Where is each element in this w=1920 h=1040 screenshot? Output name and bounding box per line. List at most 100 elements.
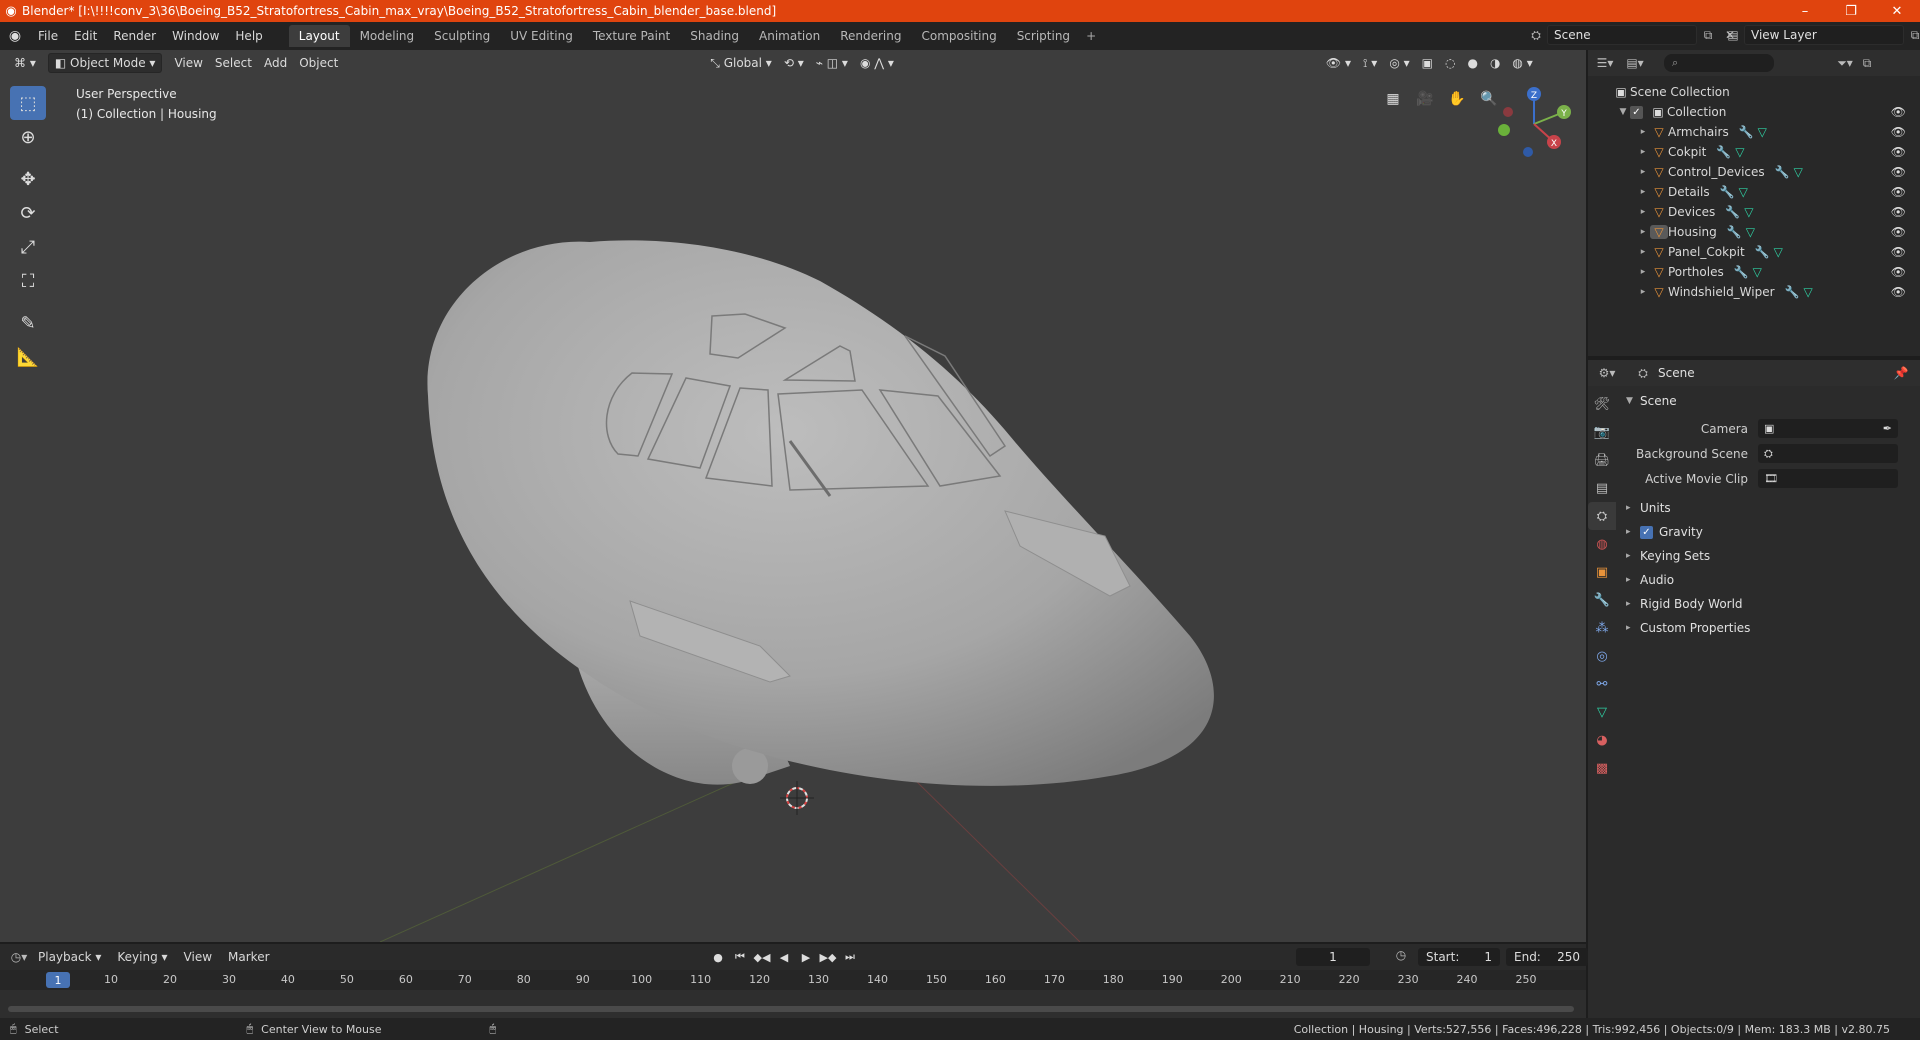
eyedropper-icon[interactable]: ✒: [1883, 422, 1892, 435]
eye-icon[interactable]: 👁: [1891, 145, 1906, 159]
gravity-checkbox[interactable]: ✓: [1640, 525, 1653, 539]
outliner-scene-collection[interactable]: ▣ Scene Collection: [1588, 82, 1920, 102]
menu-help[interactable]: Help: [227, 29, 270, 43]
outliner-item[interactable]: ▸ ▽ Cokpit 🔧 ▽ 👁: [1588, 142, 1920, 162]
gizmo-neg-z[interactable]: [1523, 147, 1533, 157]
restore-icon[interactable]: ❐: [1828, 0, 1874, 22]
outliner-item[interactable]: ▸ ▽ Armchairs 🔧 ▽ 👁: [1588, 122, 1920, 142]
constraints-tab-icon[interactable]: ⚯: [1588, 670, 1616, 698]
pin-icon[interactable]: 📌: [1890, 366, 1912, 380]
properties-editor-icon[interactable]: ⚙▾: [1596, 366, 1618, 380]
expand-arrow-icon[interactable]: ▸: [1636, 127, 1650, 137]
particles-tab-icon[interactable]: ⁂: [1588, 614, 1616, 642]
physics-tab-icon[interactable]: ◎: [1588, 642, 1616, 670]
menu-render[interactable]: Render: [105, 29, 164, 43]
new-view-layer-icon[interactable]: ⧉: [1904, 28, 1920, 43]
timeline-editor-icon[interactable]: ◷▾: [8, 950, 30, 964]
tab-animation[interactable]: Animation: [749, 25, 830, 47]
close-icon[interactable]: ✕: [1874, 0, 1920, 22]
camera-field[interactable]: ▣ ✒: [1758, 419, 1898, 438]
eye-icon[interactable]: 👁: [1891, 245, 1906, 259]
tab-scripting[interactable]: Scripting: [1007, 25, 1080, 47]
tab-compositing[interactable]: Compositing: [911, 25, 1006, 47]
menu-file[interactable]: File: [30, 29, 66, 43]
mode-dropdown[interactable]: ◧ Object Mode ▾: [47, 53, 163, 73]
end-frame-field[interactable]: End: 250: [1506, 948, 1588, 966]
pivot-icon[interactable]: ⟲ ▾: [778, 53, 810, 73]
eye-icon[interactable]: 👁: [1891, 205, 1906, 219]
expand-arrow-icon[interactable]: ▸: [1636, 167, 1650, 177]
tab-layout[interactable]: Layout: [288, 25, 350, 47]
playhead[interactable]: 1: [46, 972, 70, 988]
gravity-panel-header[interactable]: ▸ ✓ Gravity: [1618, 521, 1920, 543]
timeline-menu-view[interactable]: View: [176, 950, 220, 964]
outliner-collection[interactable]: ▼ ✓ ▣ Collection 👁: [1588, 102, 1920, 122]
scene-icon[interactable]: ⛭: [1525, 28, 1547, 43]
tab-modeling[interactable]: Modeling: [350, 25, 425, 47]
tab-uv-editing[interactable]: UV Editing: [500, 25, 583, 47]
outliner-search-input[interactable]: ⌕: [1664, 54, 1774, 72]
expand-arrow-icon[interactable]: ▸: [1636, 207, 1650, 217]
tab-shading[interactable]: Shading: [680, 25, 749, 47]
prev-keyframe-icon[interactable]: ◆◀: [752, 948, 772, 966]
tab-rendering[interactable]: Rendering: [830, 25, 911, 47]
material-tab-icon[interactable]: ◕: [1588, 726, 1616, 754]
viewport-menu-add[interactable]: Add: [258, 53, 293, 73]
outliner-item[interactable]: ▸ ▽ Control_Devices 🔧 ▽ 👁: [1588, 162, 1920, 182]
annotate-tool-icon[interactable]: ✎: [10, 306, 46, 340]
pan-hand-icon[interactable]: ✋: [1444, 86, 1470, 112]
expand-arrow-icon[interactable]: ▼: [1616, 107, 1630, 117]
tool-tab-icon[interactable]: 🛠: [1588, 390, 1616, 418]
snap-icon[interactable]: ⌁ ◫ ▾: [810, 53, 854, 73]
editor-type-icon[interactable]: ⌘ ▾: [8, 53, 42, 73]
gizmo-neg-x[interactable]: [1503, 107, 1513, 117]
timeline-track[interactable]: [0, 990, 1586, 1018]
viewport-menu-select[interactable]: Select: [209, 53, 258, 73]
tab-texture-paint[interactable]: Texture Paint: [583, 25, 680, 47]
menu-edit[interactable]: Edit: [66, 29, 105, 43]
object-tab-icon[interactable]: ▣: [1588, 558, 1616, 586]
current-frame-field[interactable]: 1: [1296, 948, 1370, 966]
play-reverse-icon[interactable]: ◀: [774, 948, 794, 966]
outliner-item-active[interactable]: ▸ ▽ Housing 🔧 ▽ 👁: [1588, 222, 1920, 242]
xray-icon[interactable]: ▣: [1416, 53, 1439, 73]
eye-icon[interactable]: 👁: [1891, 165, 1906, 179]
navigation-gizmo[interactable]: Z Y X: [1494, 82, 1574, 162]
scene-tab-icon[interactable]: ⛭: [1588, 502, 1616, 530]
outliner-item[interactable]: ▸ ▽ Panel_Cokpit 🔧 ▽ 👁: [1588, 242, 1920, 262]
eye-icon[interactable]: 👁: [1891, 285, 1906, 299]
expand-arrow-icon[interactable]: ▸: [1636, 227, 1650, 237]
shading-rendered-icon[interactable]: ◍ ▾: [1506, 53, 1538, 73]
3d-viewport[interactable]: ⌘ ▾ ◧ Object Mode ▾ View Select Add Obje…: [0, 50, 1586, 942]
add-workspace-icon[interactable]: +: [1080, 25, 1102, 47]
background-scene-field[interactable]: ⛭: [1758, 444, 1898, 463]
eye-icon[interactable]: 👁: [1891, 125, 1906, 139]
movie-clip-field[interactable]: 🎞: [1758, 469, 1898, 488]
expand-arrow-icon[interactable]: ▸: [1636, 287, 1650, 297]
tab-sculpting[interactable]: Sculpting: [424, 25, 500, 47]
timeline-menu-marker[interactable]: Marker: [220, 950, 277, 964]
preview-range-icon[interactable]: ◷: [1390, 948, 1412, 966]
shading-solid-icon[interactable]: ●: [1461, 53, 1483, 73]
rigid-body-panel-header[interactable]: ▸ Rigid Body World: [1618, 593, 1920, 615]
transform-tool-icon[interactable]: ⛶: [10, 264, 46, 298]
scene-panel-header[interactable]: ▼ Scene: [1618, 390, 1920, 412]
rotate-tool-icon[interactable]: ⟳: [10, 196, 46, 230]
ortho-toggle-icon[interactable]: ▦: [1380, 86, 1406, 112]
output-tab-icon[interactable]: 🖨: [1588, 446, 1616, 474]
menu-window[interactable]: Window: [164, 29, 227, 43]
modifier-tab-icon[interactable]: 🔧: [1588, 586, 1616, 614]
timeline-menu-keying[interactable]: Keying ▾: [109, 950, 175, 964]
start-frame-field[interactable]: Start: 1: [1418, 948, 1500, 966]
move-tool-icon[interactable]: ✥: [10, 162, 46, 196]
jump-start-icon[interactable]: ⏮: [730, 948, 750, 966]
shading-material-icon[interactable]: ◑: [1484, 53, 1506, 73]
exclude-checkbox[interactable]: ✓: [1630, 105, 1643, 119]
outliner-item[interactable]: ▸ ▽ Portholes 🔧 ▽ 👁: [1588, 262, 1920, 282]
cursor-tool-icon[interactable]: ⊕: [10, 120, 46, 154]
eye-icon[interactable]: 👁: [1891, 265, 1906, 279]
expand-arrow-icon[interactable]: ▸: [1636, 147, 1650, 157]
camera-view-icon[interactable]: 🎥: [1412, 86, 1438, 112]
expand-arrow-icon[interactable]: ▸: [1636, 267, 1650, 277]
gizmo-neg-y[interactable]: [1498, 124, 1510, 136]
